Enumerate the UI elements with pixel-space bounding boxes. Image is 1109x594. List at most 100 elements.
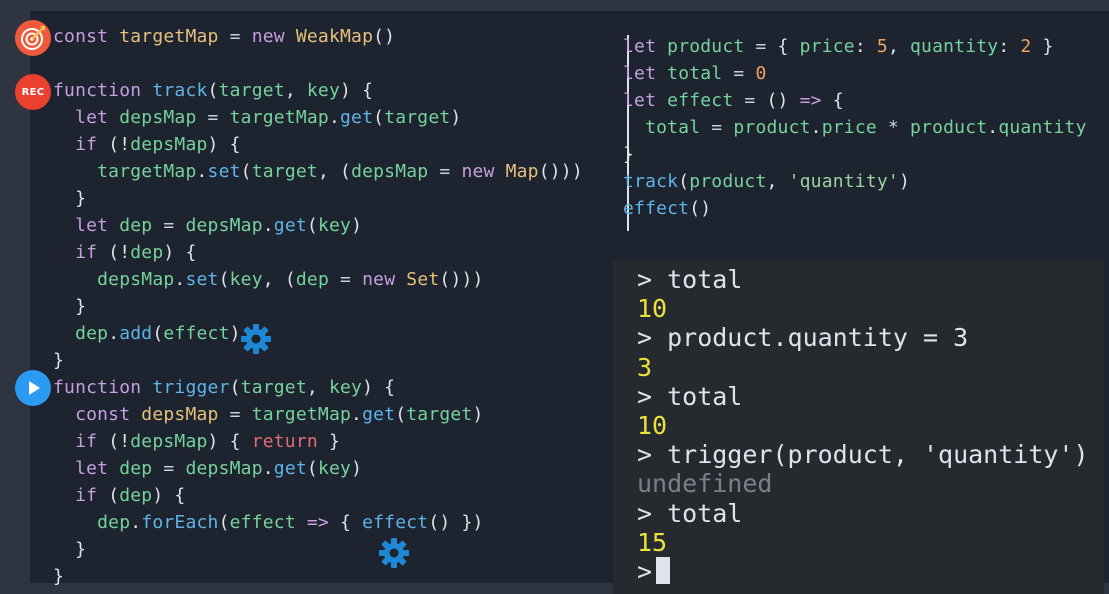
code-token: trigger [152, 377, 230, 398]
code-token: effect [163, 323, 230, 344]
gear-icon[interactable] [378, 537, 410, 573]
code-token: set [207, 161, 241, 182]
editor-canvas: const targetMap = new WeakMap() function … [30, 11, 1109, 594]
code-token: ( [240, 161, 252, 182]
console-prompt[interactable]: > [637, 557, 671, 586]
code-token: dep [119, 215, 153, 236]
code-token: const [53, 404, 142, 425]
code-token: } [53, 566, 65, 587]
code-line: if (!depsMap) { return } [53, 429, 340, 455]
code-token: if [53, 431, 109, 452]
code-line: effect() [623, 196, 711, 222]
code-token: dep [295, 269, 329, 290]
code-token: ) { [152, 485, 186, 506]
code-line: let total = 0 [623, 61, 767, 87]
code-token: * [876, 117, 911, 138]
record-icon[interactable]: REC [15, 74, 51, 110]
code-line: track(product, 'quantity') [623, 169, 910, 195]
code-token: product [910, 117, 988, 138]
code-token: depsMap [185, 215, 263, 236]
code-token: : [854, 36, 877, 57]
code-line: function trigger(target, key) { [53, 375, 395, 401]
code-line: function track(target, key) { [53, 78, 373, 104]
code-token: new [251, 26, 296, 47]
code-token: targetMap [251, 404, 352, 425]
code-token: ( [218, 512, 230, 533]
code-token: ) { [207, 134, 241, 155]
code-token: key [306, 80, 341, 101]
code-token: key [317, 215, 352, 236]
code-token: 'quantity' [788, 171, 899, 192]
code-token: new [461, 161, 506, 182]
console-result: 10 [637, 294, 668, 324]
code-token: = [329, 269, 363, 290]
console-panel[interactable]: > total 10 > product.quantity = 3 3 > total 1… [613, 261, 1104, 594]
code-token: (! [108, 134, 131, 155]
code-line: if (!dep) { [53, 240, 197, 266]
code-token: = [152, 215, 186, 236]
code-token: let [53, 107, 120, 128]
code-token: ) [450, 107, 462, 128]
code-token: () [766, 90, 800, 111]
code-token: 0 [755, 63, 767, 84]
code-token: dep [119, 485, 153, 506]
code-token: ( [229, 377, 241, 398]
code-token: depsMap [351, 161, 429, 182]
code-line: dep.forEach(effect => { effect() }) [53, 510, 484, 536]
code-token: function [53, 80, 153, 101]
code-line: } [53, 348, 64, 374]
console-command: > trigger(product, 'quantity') [637, 440, 1089, 470]
code-token: effect [362, 512, 429, 533]
code-token: => [799, 90, 822, 111]
gear-icon[interactable] [240, 323, 272, 359]
code-token: } [53, 350, 65, 371]
target-icon[interactable] [15, 20, 51, 56]
code-token: = [218, 26, 252, 47]
code-token: key [328, 377, 363, 398]
code-token: } [1031, 36, 1054, 57]
console-command: > total [637, 498, 743, 528]
code-token: WeakMap [295, 26, 374, 47]
code-token: , ( [262, 269, 296, 290]
code-token: if [53, 242, 109, 263]
code-token: dep [53, 323, 109, 344]
code-token: dep [130, 242, 164, 263]
code-token: price [821, 117, 877, 138]
code-token: } [53, 188, 87, 209]
code-token: depsMap [119, 107, 197, 128]
play-icon[interactable] [15, 370, 51, 406]
code-token: ( [152, 323, 164, 344]
code-token: . [174, 269, 186, 290]
code-token: () [689, 198, 712, 219]
code-token: = [218, 404, 252, 425]
code-token: ) { [362, 377, 396, 398]
code-token: . [351, 404, 363, 425]
code-token: ) { [340, 80, 374, 101]
console-undefined: undefined [637, 469, 773, 499]
console-caret[interactable] [656, 557, 671, 584]
code-line: } [53, 564, 64, 590]
code-token: ( [306, 215, 318, 236]
console-command: > product.quantity = 3 [637, 323, 969, 353]
code-token: = [196, 107, 230, 128]
code-token: ( [207, 80, 219, 101]
code-token: targetMap [53, 161, 197, 182]
code-token: quantity [998, 117, 1087, 138]
code-token: = [722, 63, 756, 84]
code-token: ) { [163, 242, 197, 263]
code-token: price [799, 36, 855, 57]
code-token: return [251, 431, 318, 452]
code-line: let dep = depsMap.get(key) [53, 456, 362, 482]
code-token: { [821, 90, 844, 111]
code-token: target [240, 377, 307, 398]
code-token: key [317, 458, 352, 479]
code-token: let [623, 90, 668, 111]
code-token: target [384, 107, 451, 128]
code-token: depsMap [53, 269, 175, 290]
code-line: let effect = () => { [623, 88, 844, 114]
code-token: () [373, 26, 396, 47]
code-token: set [185, 269, 219, 290]
code-token: ) [351, 215, 363, 236]
code-token: get [273, 458, 307, 479]
console-result: 3 [637, 352, 653, 382]
